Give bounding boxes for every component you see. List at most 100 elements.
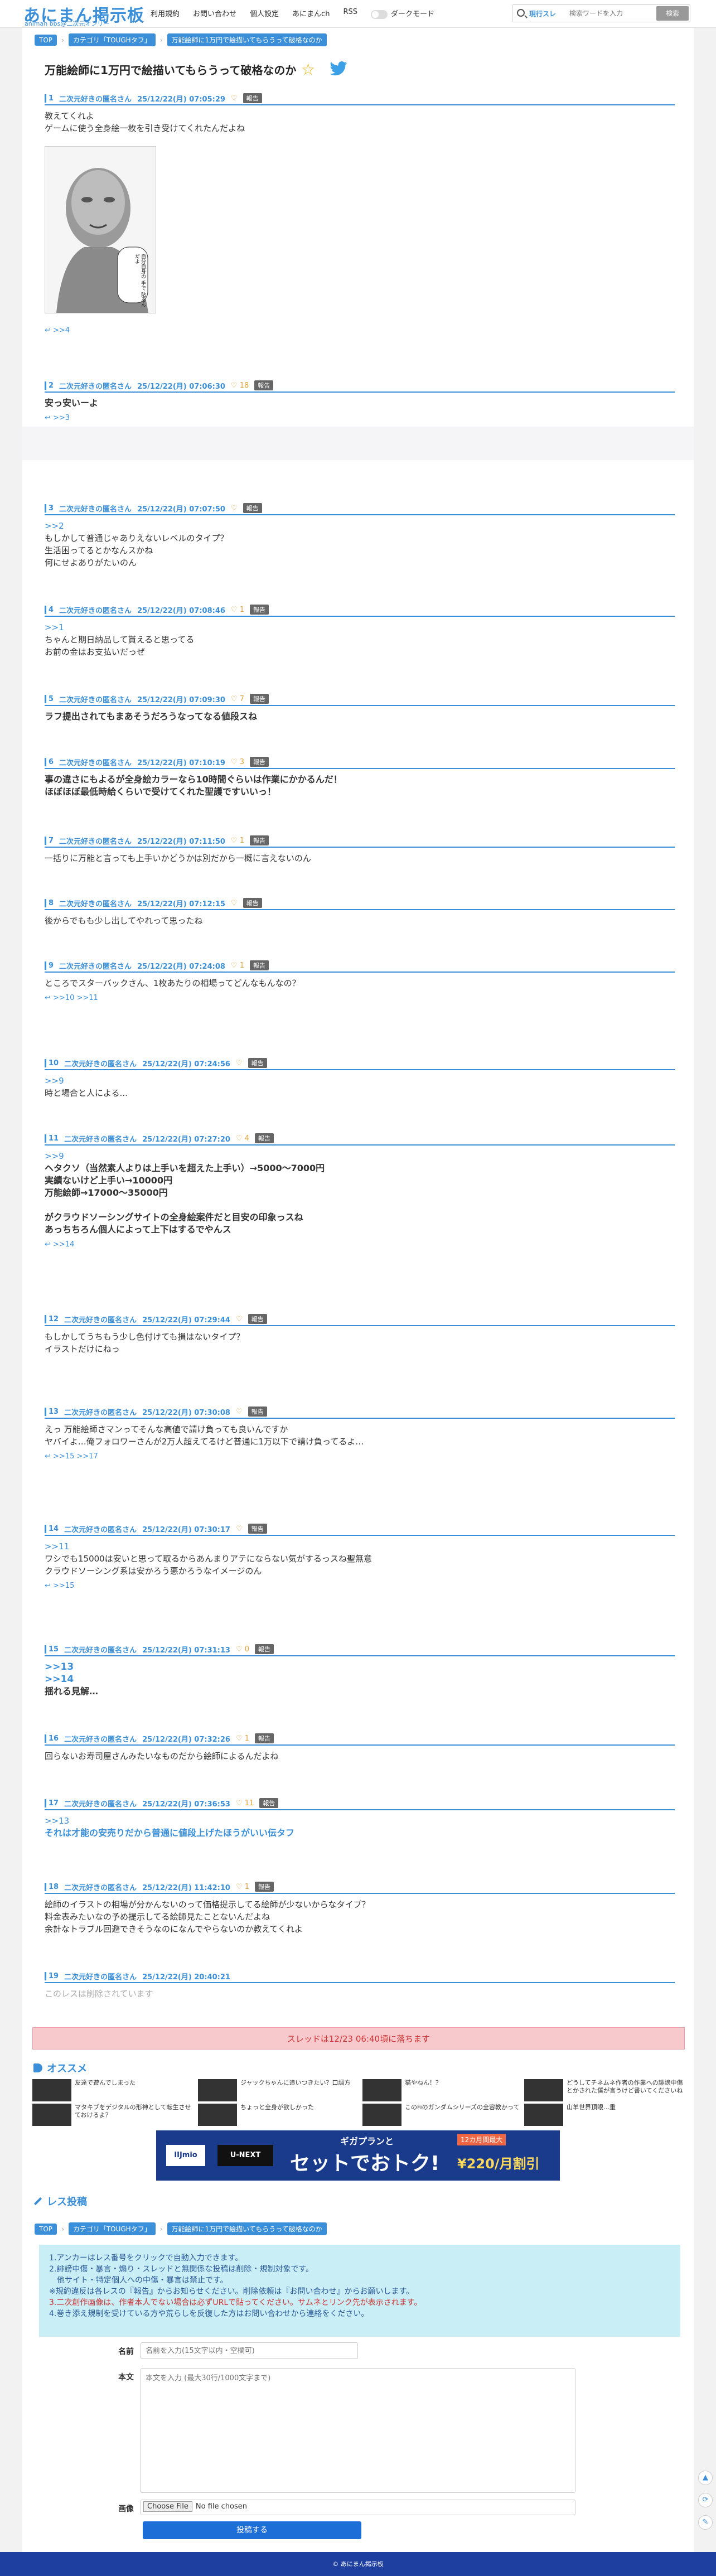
like-button[interactable]: ♡	[236, 1525, 243, 1533]
like-button[interactable]: ♡ 3	[231, 758, 244, 766]
anchor-link[interactable]: >>9	[45, 1075, 675, 1087]
like-button[interactable]: ♡	[236, 1315, 243, 1323]
twitter-share-icon[interactable]	[329, 61, 348, 76]
reply-links[interactable]: ↩ >>10 >>11	[45, 994, 675, 1002]
nav-animanch[interactable]: あにまんch	[292, 8, 330, 19]
reply-links[interactable]: ↩ >>14	[45, 1240, 675, 1249]
report-button[interactable]: 報告	[250, 960, 269, 970]
post-number[interactable]: 17	[45, 1799, 59, 1807]
ad-banner[interactable]: IIJmio U-NEXT ギガプランと セットでおトク! 12カ月間最大 ¥2…	[156, 2130, 560, 2181]
reply-anchors[interactable]: >>14	[53, 1240, 74, 1249]
post-number[interactable]: 18	[45, 1882, 59, 1891]
breadcrumb-top[interactable]: TOP	[35, 34, 57, 46]
report-button[interactable]: 報告	[243, 898, 262, 908]
report-button[interactable]: 報告	[243, 503, 262, 513]
post-number[interactable]: 19	[45, 1971, 59, 1980]
reply-links[interactable]: ↩ >>15 >>17	[45, 1452, 675, 1461]
dark-mode-toggle[interactable]: ダークモード	[370, 8, 434, 19]
post-number[interactable]: 14	[45, 1524, 59, 1533]
like-button[interactable]: ♡ 1	[236, 1734, 249, 1743]
like-button[interactable]: ♡	[231, 899, 238, 907]
nav-contact[interactable]: お問い合わせ	[193, 8, 236, 19]
file-input[interactable]: Choose File No file chosen	[141, 2500, 575, 2515]
report-button[interactable]: 報告	[250, 694, 269, 704]
post-image[interactable]: 自分自身の 手で 貼るん だよ	[45, 146, 156, 313]
report-button[interactable]: 報告	[255, 1882, 274, 1892]
report-button[interactable]: 報告	[248, 1314, 267, 1324]
reply-anchors[interactable]: >>3	[53, 414, 70, 422]
recommend-item[interactable]: 山羊世界頂眼…重	[524, 2104, 686, 2126]
recommend-item[interactable]: どうしてチネムネ作者の作業への誹謗中傷とかされた僕が言うけど書いてくださいね	[524, 2079, 686, 2101]
anchor-link[interactable]: >>2	[45, 520, 675, 532]
anchor-link[interactable]: >>9	[45, 1150, 675, 1162]
report-button[interactable]: 報告	[254, 380, 274, 390]
nav-rss[interactable]: RSS	[343, 8, 357, 19]
search-input[interactable]	[569, 8, 653, 19]
post-number[interactable]: 15	[45, 1645, 59, 1654]
anchor-link[interactable]: >>13	[45, 1661, 675, 1673]
nav-settings[interactable]: 個人設定	[250, 8, 279, 19]
report-button[interactable]: 報告	[259, 1798, 279, 1808]
reply-links[interactable]: ↩ >>4	[45, 326, 675, 335]
reply-anchors[interactable]: >>15	[53, 1582, 74, 1590]
report-button[interactable]: 報告	[255, 1644, 274, 1654]
recommend-item[interactable]: マタキブをデジタルの形神として転生させておけるよ？	[32, 2104, 194, 2126]
post-number[interactable]: 12	[45, 1314, 59, 1323]
report-button[interactable]: 報告	[243, 93, 262, 103]
like-button[interactable]: ♡	[236, 1408, 243, 1416]
post-number[interactable]: 16	[45, 1734, 59, 1743]
like-button[interactable]: ♡	[231, 504, 238, 513]
like-button[interactable]: ♡ 1	[236, 1883, 249, 1891]
breadcrumb-thread[interactable]: 万能絵師に1万円で絵描いてもらうって破格なのか	[167, 33, 327, 46]
breadcrumb-category[interactable]: カテゴリ「TOUGHタフ」	[68, 33, 156, 46]
like-button[interactable]: ♡ 1	[231, 606, 244, 614]
breadcrumb-category[interactable]: カテゴリ「TOUGHタフ」	[68, 2222, 156, 2235]
favorite-star-icon[interactable]: ☆	[301, 60, 315, 79]
post-number[interactable]: 7	[45, 836, 54, 845]
name-input[interactable]	[141, 2342, 358, 2359]
post-number[interactable]: 9	[45, 961, 54, 970]
post-number[interactable]: 13	[45, 1407, 59, 1416]
reply-links[interactable]: ↩ >>15	[45, 1582, 675, 1590]
post-number[interactable]: 5	[45, 694, 54, 703]
breadcrumb-top[interactable]: TOP	[35, 2223, 57, 2235]
like-button[interactable]: ♡	[236, 1059, 243, 1067]
report-button[interactable]: 報告	[248, 1058, 267, 1068]
recommend-item[interactable]: 友達で遊んでしまった	[32, 2079, 194, 2101]
like-button[interactable]: ♡	[231, 94, 238, 103]
post-number[interactable]: 8	[45, 898, 54, 907]
like-button[interactable]: ♡ 0	[236, 1645, 249, 1654]
anchor-link[interactable]: >>11	[45, 1540, 675, 1553]
submit-button[interactable]: 投稿する	[143, 2521, 361, 2539]
breadcrumb-thread[interactable]: 万能絵師に1万円で絵描いてもらうって破格なのか	[167, 2222, 327, 2235]
reply-anchors[interactable]: >>15 >>17	[53, 1452, 98, 1461]
toggle-switch[interactable]	[370, 9, 388, 19]
report-button[interactable]: 報告	[255, 1133, 274, 1143]
post-number[interactable]: 6	[45, 757, 54, 766]
body-textarea[interactable]	[141, 2368, 575, 2493]
report-button[interactable]: 報告	[250, 835, 269, 845]
choose-file-button[interactable]: Choose File	[143, 2501, 192, 2512]
post-number[interactable]: 4	[45, 605, 54, 614]
nav-terms[interactable]: 利用規約	[151, 8, 180, 19]
post-number[interactable]: 1	[45, 94, 54, 103]
post-number[interactable]: 2	[45, 381, 54, 390]
post-number[interactable]: 11	[45, 1134, 59, 1143]
search-scope-select[interactable]: 現行スレ	[529, 9, 556, 18]
report-button[interactable]: 報告	[248, 1407, 267, 1417]
anchor-link[interactable]: >>14	[45, 1673, 675, 1685]
report-button[interactable]: 報告	[250, 605, 269, 615]
like-button[interactable]: ♡ 1	[231, 961, 244, 970]
reply-anchors[interactable]: >>10 >>11	[53, 994, 98, 1002]
like-button[interactable]: ♡ 4	[236, 1134, 249, 1143]
post-number[interactable]: 10	[45, 1059, 59, 1067]
anchor-link[interactable]: >>1	[45, 621, 675, 634]
report-button[interactable]: 報告	[255, 1733, 274, 1743]
like-button[interactable]: ♡ 1	[231, 837, 244, 845]
compose-icon[interactable]: ✎	[698, 2515, 713, 2530]
like-button[interactable]: ♡ 11	[236, 1799, 254, 1807]
anchor-link[interactable]: >>13	[45, 1815, 675, 1827]
reply-anchors[interactable]: >>4	[53, 326, 70, 335]
like-button[interactable]: ♡ 7	[231, 695, 244, 703]
recommend-item[interactable]: このFiのガンダムシリーズの全容教かって	[362, 2104, 524, 2126]
